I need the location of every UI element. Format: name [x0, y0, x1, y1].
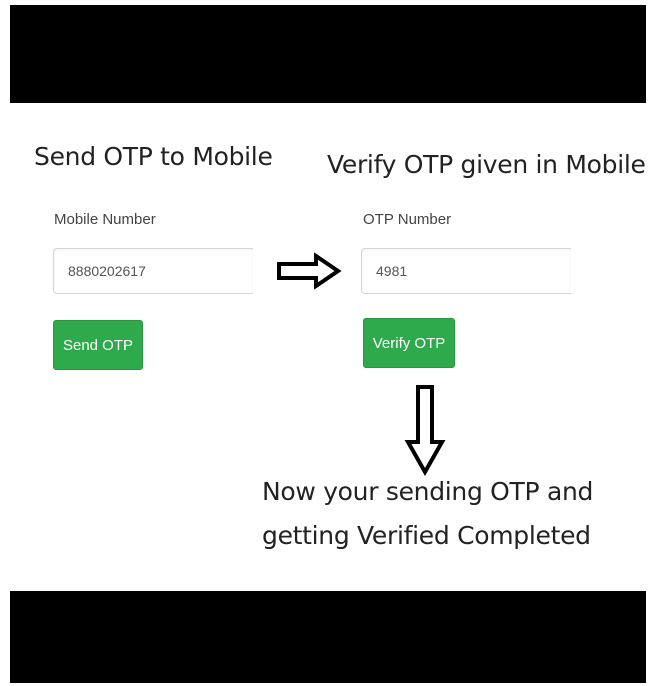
send-otp-heading: Send OTP to Mobile	[34, 142, 273, 171]
verify-otp-heading: Verify OTP given in Mobile	[327, 150, 646, 179]
otp-number-label: OTP Number	[363, 211, 452, 228]
send-otp-button[interactable]: Send OTP	[53, 320, 143, 370]
otp-number-input[interactable]: 4981	[361, 248, 571, 294]
completion-line-1: Now your sending OTP and	[262, 477, 594, 506]
video-frame: Send OTP to Mobile Mobile Number 8880202…	[0, 0, 656, 686]
completion-line-2: getting Verified Completed	[262, 521, 591, 550]
letterbox-bottom	[10, 591, 646, 683]
arrow-down-icon	[404, 384, 446, 481]
completion-message: Now your sending OTP and getting Verifie…	[262, 470, 593, 558]
letterbox-top	[10, 5, 646, 103]
arrow-right-icon	[276, 252, 342, 295]
mobile-number-input[interactable]: 8880202617	[53, 248, 253, 294]
verify-otp-button[interactable]: Verify OTP	[363, 318, 455, 368]
mobile-number-label: Mobile Number	[54, 211, 156, 228]
